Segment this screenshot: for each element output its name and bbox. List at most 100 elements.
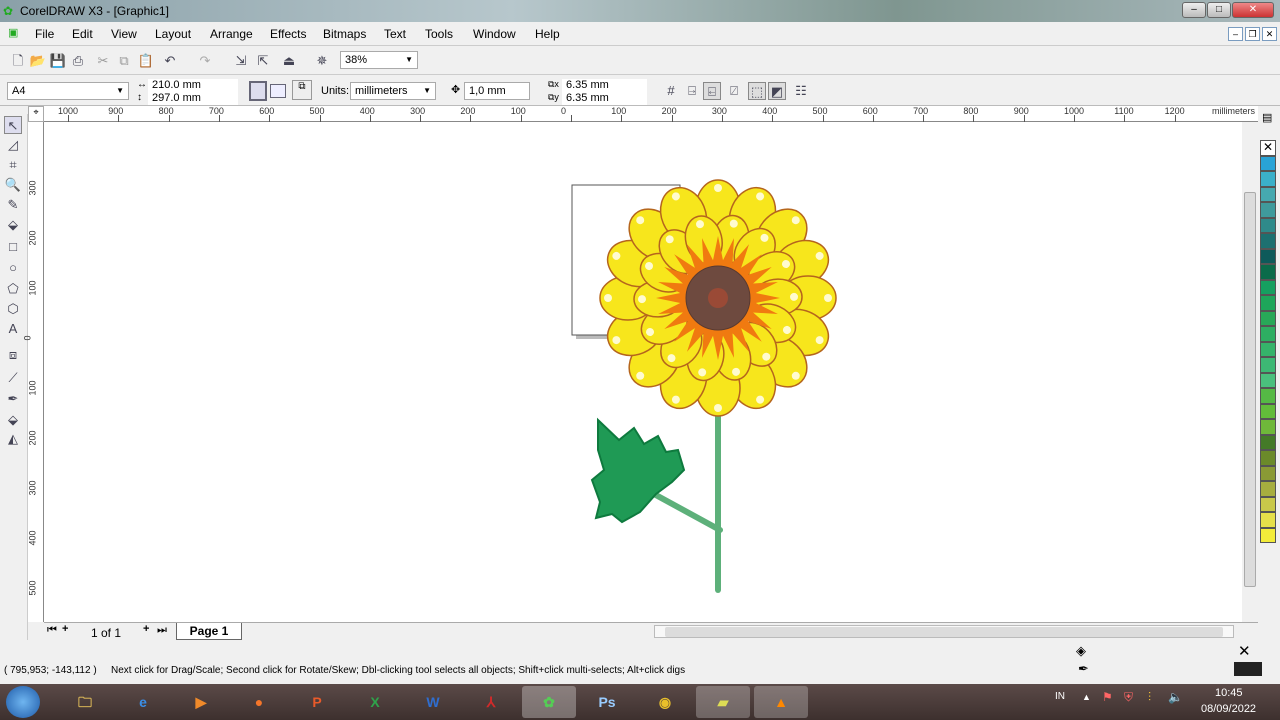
doc-minimize-button[interactable]: – [1228,27,1243,41]
clock-date[interactable]: 08/09/2022 [1201,703,1256,715]
show-hidden-icons[interactable]: ▲ [1082,692,1091,702]
drawing-canvas[interactable] [44,122,1242,622]
apply-to-all-pages-button[interactable]: ⧉ [292,80,312,100]
color-swatch[interactable] [1260,310,1276,326]
taskbar-vlc[interactable]: ▲ [754,686,808,718]
color-swatch[interactable] [1260,186,1276,202]
options-icon[interactable]: ☷ [792,82,810,100]
color-swatch[interactable] [1260,264,1276,280]
taskbar-chrome[interactable]: ◉ [638,686,692,718]
smart-fill-tool-icon[interactable]: ⬙ [4,216,22,234]
page-size-select[interactable]: A4 [7,82,129,100]
polygon-tool-icon[interactable]: ⬠ [4,280,22,298]
interactive-fill-tool-icon[interactable]: ◭ [4,430,22,448]
print-icon[interactable]: ⎙ [69,52,87,70]
horizontal-scrollbar[interactable] [654,625,1234,638]
duplicate-x-input[interactable]: 6.35 mm [562,79,647,92]
dynamic-guides-icon[interactable]: ⍁ [725,82,743,100]
color-swatch[interactable] [1260,465,1276,481]
snap-to-objects-icon[interactable]: ⍇ [703,82,721,100]
color-swatch[interactable] [1260,341,1276,357]
nudge-input[interactable]: 1,0 mm [464,82,530,100]
zoom-tool-icon[interactable]: 🔍 [4,176,22,194]
color-swatch[interactable] [1260,512,1276,528]
taskbar-sticky-notes[interactable]: ▰ [696,686,750,718]
application-launcher-icon[interactable]: ⏏ [280,52,298,70]
menu-file[interactable]: File [35,27,54,41]
action-center-icon[interactable]: ⚑ [1102,690,1113,704]
color-swatch[interactable] [1260,279,1276,295]
vertical-scrollbar[interactable] [1242,122,1258,622]
corel-online-icon[interactable]: ✵ [313,52,331,70]
start-button[interactable] [6,686,40,718]
color-swatch[interactable] [1260,434,1276,450]
menu-view[interactable]: View [111,27,137,41]
taskbar-firefox[interactable]: ● [232,686,286,718]
taskbar-internet-explorer[interactable]: e [116,686,170,718]
menu-effects[interactable]: Effects [270,27,306,41]
tab-page-1[interactable]: Page 1 [176,623,242,640]
menu-edit[interactable]: Edit [72,27,93,41]
color-swatch[interactable] [1260,496,1276,512]
menu-window[interactable]: Window [473,27,516,41]
import-icon[interactable]: ⇲ [232,52,250,70]
minimize-button[interactable]: – [1182,2,1206,18]
color-swatch[interactable] [1260,357,1276,373]
taskbar-coreldraw[interactable]: ✿ [522,686,576,718]
duplicate-y-input[interactable]: 6.35 mm [562,92,647,105]
ellipse-tool-icon[interactable]: ○ [4,259,22,277]
landscape-button[interactable] [270,84,286,98]
eyedropper-tool-icon[interactable]: ⟋ [4,369,22,387]
doc-restore-button[interactable]: ❐ [1245,27,1260,41]
close-button[interactable]: ✕ [1232,2,1274,18]
network-icon[interactable]: ⫶ [1148,690,1151,705]
rectangle-tool-icon[interactable]: □ [4,238,22,256]
shape-tool-icon[interactable]: ◿ [4,136,22,154]
copy-icon[interactable]: ⧉ [115,52,133,70]
save-icon[interactable]: 💾 [49,52,67,70]
color-swatch[interactable] [1260,372,1276,388]
page-height-input[interactable]: 297.0 mm [148,92,238,105]
vertical-scroll-thumb[interactable] [1244,192,1256,587]
no-fill-icon[interactable]: ✕ [1238,642,1251,660]
volume-icon[interactable]: 🔈 [1168,690,1183,704]
new-icon[interactable]: 🗋 [9,52,27,70]
no-color-swatch[interactable]: ✕ [1260,140,1276,156]
color-swatch[interactable] [1260,155,1276,171]
paste-icon[interactable]: 📋 [137,52,155,70]
redo-icon[interactable]: ↷ [196,52,214,70]
doc-close-button[interactable]: ✕ [1262,27,1277,41]
snap-to-grid-icon[interactable]: # [662,82,680,100]
clock-time[interactable]: 10:45 [1215,687,1243,699]
text-tool-icon[interactable]: A [4,320,22,338]
menu-tools[interactable]: Tools [425,27,453,41]
palette-menu-icon[interactable]: ▤ [1262,111,1272,124]
outline-tool-icon[interactable]: ✒ [4,390,22,408]
color-swatch[interactable] [1260,171,1276,187]
color-swatch[interactable] [1260,419,1276,435]
treat-as-filled-icon[interactable]: ⬚ [748,82,766,100]
menu-layout[interactable]: Layout [155,27,191,41]
color-swatch[interactable] [1260,403,1276,419]
ruler-origin-icon[interactable]: ⌖ [28,106,44,122]
snap-to-guidelines-icon[interactable]: ⍈ [683,82,701,100]
fill-tool-icon[interactable]: ⬙ [4,411,22,429]
page-width-input[interactable]: 210.0 mm [148,79,238,92]
taskbar-explorer[interactable]: 🗀 [58,686,112,718]
color-swatch[interactable] [1260,217,1276,233]
draw-preview-icon[interactable]: ◩ [768,82,786,100]
freehand-tool-icon[interactable]: ✎ [4,196,22,214]
undo-icon[interactable]: ↶ [161,52,179,70]
menu-bitmaps[interactable]: Bitmaps [323,27,366,41]
maximize-button[interactable]: □ [1207,2,1231,18]
open-icon[interactable]: 📂 [29,52,47,70]
taskbar-excel[interactable]: X [348,686,402,718]
taskbar-photoshop[interactable]: Ps [580,686,634,718]
first-page-icon[interactable]: ⏮ [47,624,57,637]
horizontal-scroll-thumb[interactable] [665,627,1223,637]
taskbar-word[interactable]: W [406,686,460,718]
menu-text[interactable]: Text [384,27,406,41]
color-swatch[interactable] [1260,388,1276,404]
menu-help[interactable]: Help [535,27,560,41]
color-swatch[interactable] [1260,248,1276,264]
